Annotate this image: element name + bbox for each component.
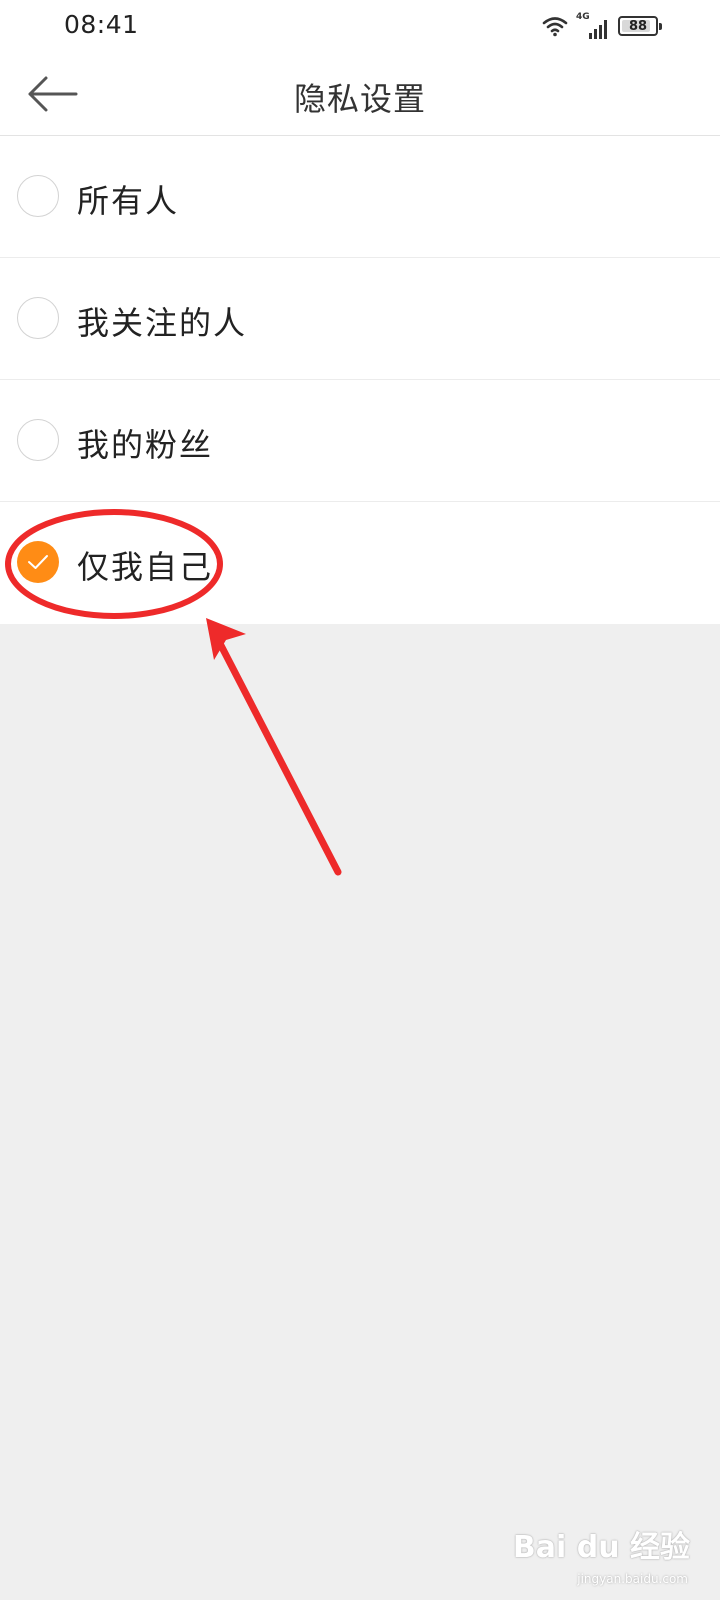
status-time: 08:41	[64, 10, 139, 39]
radio-button-checked[interactable]	[17, 541, 59, 583]
signal-indicator: 4G	[576, 12, 610, 39]
watermark-url: jingyan.baidu.com	[577, 1572, 688, 1586]
option-everyone[interactable]: 所有人	[0, 136, 720, 258]
radio-button[interactable]	[17, 419, 59, 461]
privacy-options-list: 所有人 我关注的人 我的粉丝 仅我自己	[0, 136, 720, 624]
baidu-watermark: Bai du 经验	[513, 1522, 690, 1566]
radio-button[interactable]	[17, 297, 59, 339]
status-bar: 08:41 4G 88	[0, 0, 720, 52]
battery-tip	[659, 23, 662, 30]
option-only-me[interactable]: 仅我自己	[0, 502, 720, 624]
status-icons: 4G 88	[542, 12, 662, 40]
option-label: 我的粉丝	[77, 426, 214, 464]
watermark-text: Bai du 经验	[512, 1530, 690, 1565]
app-header: 隐私设置	[0, 52, 720, 136]
battery-level: 88	[628, 18, 648, 34]
page-title: 隐私设置	[293, 80, 426, 118]
option-label: 仅我自己	[77, 548, 214, 586]
radio-button[interactable]	[17, 175, 59, 217]
option-following[interactable]: 我关注的人	[0, 258, 720, 380]
battery-icon: 88	[618, 16, 662, 36]
signal-icon	[589, 20, 607, 39]
checkmark-icon	[28, 555, 48, 569]
annotation-arrow-shaft	[208, 624, 342, 876]
annotation-arrow-head	[206, 618, 246, 660]
option-label: 所有人	[77, 182, 180, 220]
option-followers[interactable]: 我的粉丝	[0, 380, 720, 502]
wifi-icon	[542, 17, 568, 37]
option-label: 我关注的人	[77, 304, 248, 342]
